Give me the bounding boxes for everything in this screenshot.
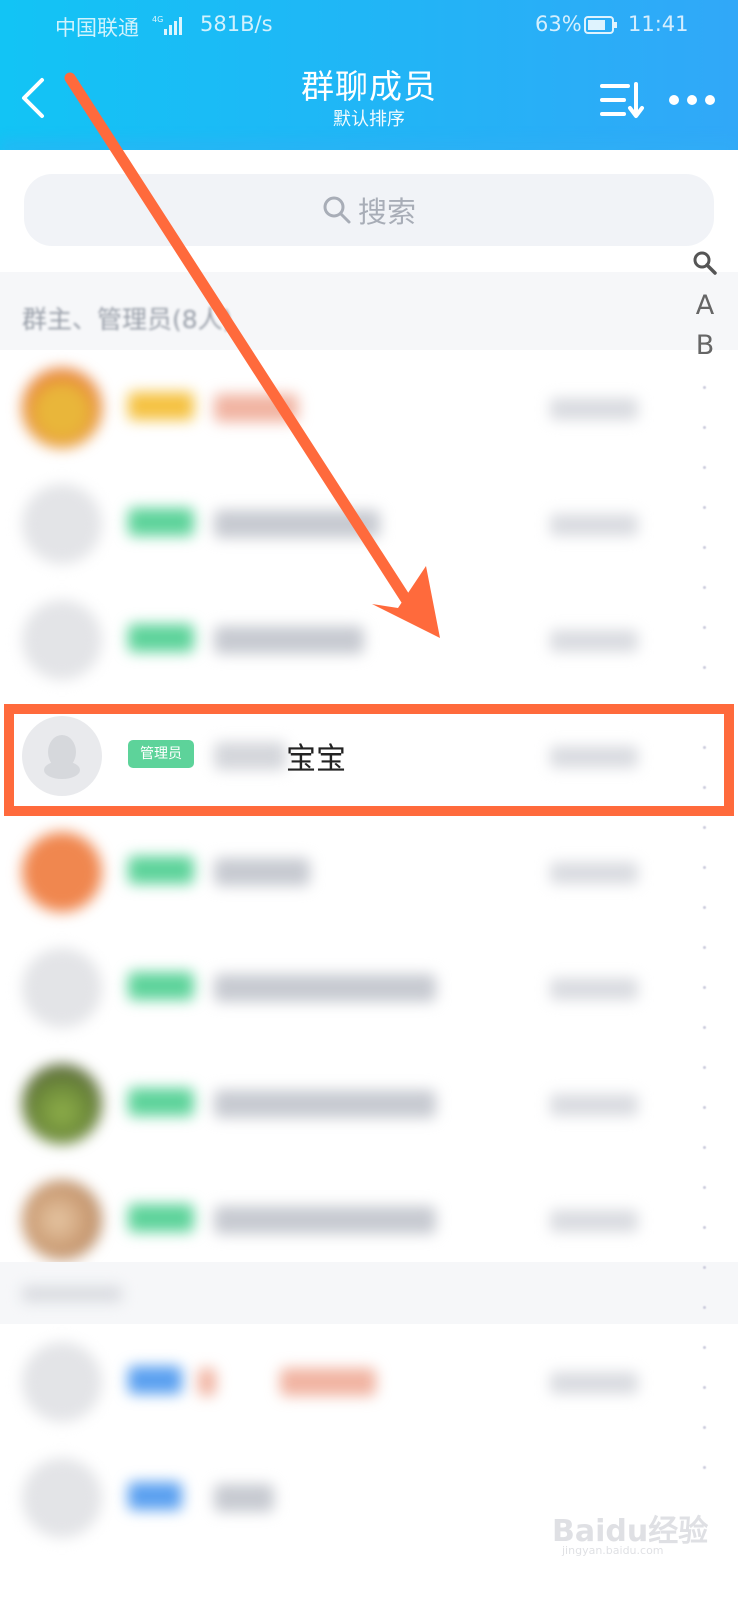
index-dot[interactable] [703, 1306, 706, 1309]
member-badge [128, 1482, 182, 1510]
section-title: 群主、管理员(8人) [22, 305, 233, 334]
index-dot[interactable] [703, 666, 706, 669]
index-dot[interactable] [703, 1146, 706, 1149]
alphabet-index-bar[interactable]: A B [682, 246, 728, 1526]
signal-icon: 4G [152, 15, 182, 35]
member-name [214, 510, 380, 538]
member-name [198, 1368, 216, 1396]
member-name [214, 974, 436, 1002]
index-letter-a[interactable]: A [682, 290, 728, 321]
title-block: 群聊成员 默认排序 [219, 66, 519, 132]
index-dot[interactable] [703, 1106, 706, 1109]
index-dot[interactable] [703, 626, 706, 629]
search-input[interactable]: 搜索 [24, 174, 714, 246]
avatar [22, 1458, 102, 1538]
index-dot[interactable] [703, 1266, 706, 1269]
search-icon[interactable] [692, 250, 718, 276]
avatar [22, 600, 102, 680]
index-dot[interactable] [703, 546, 706, 549]
index-dot[interactable] [703, 1426, 706, 1429]
index-dot[interactable] [703, 1346, 706, 1349]
avatar [22, 484, 102, 564]
member-row[interactable] [0, 350, 738, 466]
admin-badge [128, 508, 194, 536]
member-badge [128, 1366, 182, 1394]
avatar [22, 1064, 102, 1144]
network-type-label: 4G [152, 15, 163, 24]
index-letter-b[interactable]: B [682, 330, 728, 361]
index-dot[interactable] [703, 1226, 706, 1229]
index-dot[interactable] [703, 426, 706, 429]
member-row[interactable] [0, 1324, 738, 1440]
index-dot[interactable] [703, 866, 706, 869]
member-time [550, 398, 638, 420]
member-time [550, 1372, 638, 1394]
member-name [214, 1090, 436, 1118]
search-area: 搜索 [0, 150, 738, 270]
back-button[interactable] [14, 72, 54, 124]
avatar [22, 368, 102, 448]
watermark-url: jingyan.baidu.com [562, 1544, 664, 1557]
avatar [22, 948, 102, 1028]
index-dot[interactable] [703, 386, 706, 389]
index-dot[interactable] [703, 946, 706, 949]
index-dot[interactable] [703, 826, 706, 829]
member-time [550, 862, 638, 884]
avatar [22, 832, 102, 912]
member-time [550, 978, 638, 1000]
status-bar: 中国联通 4G 581B/s 63% 11:41 [0, 0, 738, 52]
admin-badge [128, 972, 194, 1000]
page-title: 群聊成员 [301, 67, 437, 106]
index-dot[interactable] [703, 1386, 706, 1389]
index-dot[interactable] [703, 506, 706, 509]
sort-icon[interactable] [598, 80, 646, 120]
member-name [214, 858, 310, 886]
index-dot[interactable] [703, 466, 706, 469]
member-name [280, 1368, 376, 1396]
admin-badge [128, 624, 194, 652]
admin-badge [128, 856, 194, 884]
index-dot[interactable] [703, 1186, 706, 1189]
member-name [214, 1206, 436, 1234]
index-dot[interactable] [703, 1066, 706, 1069]
search-placeholder: 搜索 [357, 195, 416, 229]
member-name [214, 1484, 274, 1512]
member-row[interactable] [0, 814, 738, 930]
owner-badge [128, 392, 194, 420]
avatar [22, 1342, 102, 1422]
carrier-label: 中国联通 [55, 16, 139, 40]
battery-level: 63% [535, 12, 582, 36]
member-row[interactable] [0, 582, 738, 698]
baidu-watermark: Baidu经验 jingyan.baidu.com [552, 1496, 722, 1557]
search-icon [323, 196, 351, 224]
section-divider [0, 1262, 738, 1324]
avatar [22, 1180, 102, 1260]
sort-mode-label: 默认排序 [333, 109, 405, 130]
member-time [550, 514, 638, 536]
network-speed: 581B/s [200, 12, 273, 36]
member-name [214, 394, 298, 422]
member-row[interactable] [0, 930, 738, 1046]
member-time [550, 1094, 638, 1116]
admin-badge [128, 1204, 194, 1232]
index-dot[interactable] [703, 986, 706, 989]
member-time [550, 1210, 638, 1232]
battery-icon [584, 16, 617, 34]
more-dots-icon[interactable] [666, 88, 718, 112]
member-row[interactable] [0, 1046, 738, 1162]
index-dot[interactable] [703, 586, 706, 589]
member-name [214, 626, 364, 654]
index-dot[interactable] [703, 1026, 706, 1029]
member-row[interactable] [0, 466, 738, 582]
admin-badge [128, 1088, 194, 1116]
member-time [550, 630, 638, 652]
header-bar: 中国联通 4G 581B/s 63% 11:41 群聊成员 默认排序 [0, 0, 738, 150]
index-dot[interactable] [703, 1466, 706, 1469]
section-header: 群主、管理员(8人) [0, 272, 738, 350]
member-row[interactable] [0, 1162, 738, 1278]
highlight-annotation-box [4, 704, 734, 816]
index-dot[interactable] [703, 906, 706, 909]
clock: 11:41 [628, 12, 689, 36]
